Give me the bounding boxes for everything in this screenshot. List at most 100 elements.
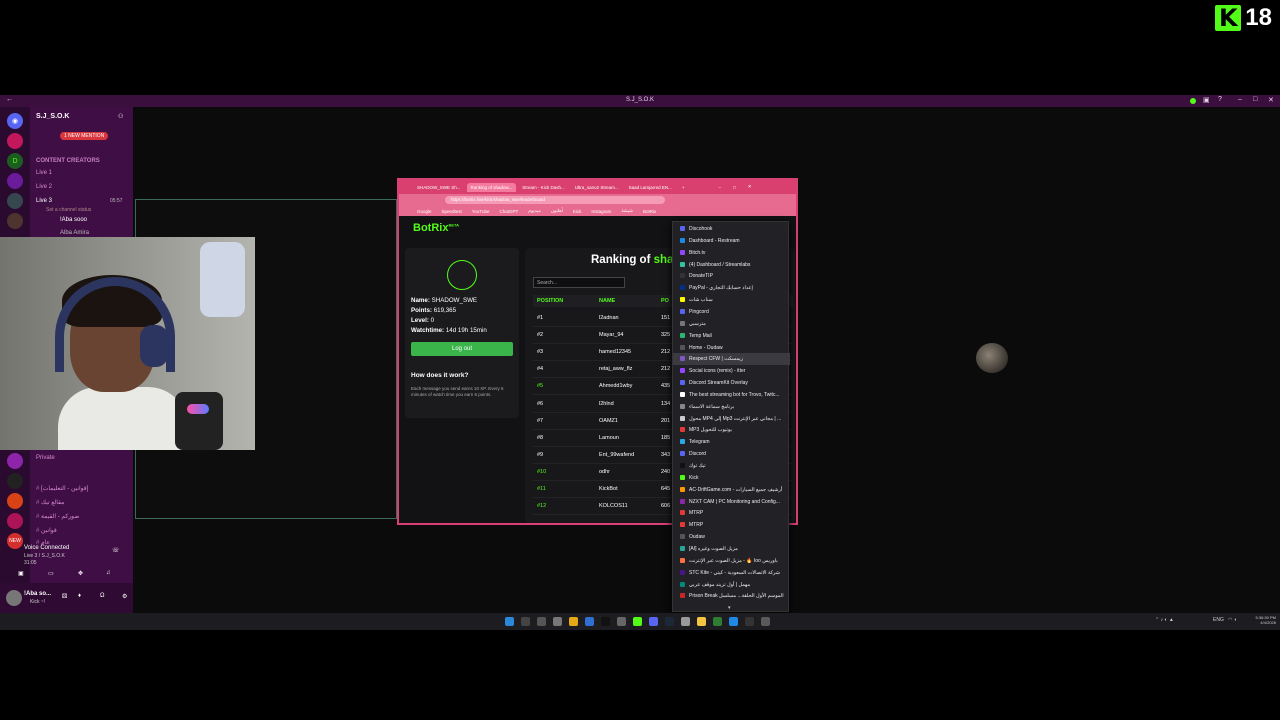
browser-tab[interactable]: Stream - Kick Dash... xyxy=(518,183,569,192)
voice-channel-name[interactable]: Live 3 / S.J_S.O.K xyxy=(24,553,65,559)
app-icon[interactable] xyxy=(553,617,562,626)
camera-icon[interactable]: ▣ xyxy=(18,570,24,577)
folder-icon[interactable] xyxy=(697,617,706,626)
add-member-icon[interactable]: ⚇ xyxy=(118,113,123,120)
browser-tab[interactable]: Saad Lamjarred EN... xyxy=(625,183,676,192)
bookmark-menu-item[interactable]: Oudaw xyxy=(673,531,790,543)
app-icon[interactable] xyxy=(713,617,722,626)
server-icon[interactable] xyxy=(7,173,23,189)
bookmark-menu-item[interactable]: PayPal - إعداد حسابك التجاري xyxy=(673,282,790,294)
bookmark-menu-item[interactable]: NZXT CAM | PC Monitoring and Config... xyxy=(673,496,790,508)
bookmark-menu-item[interactable]: AC-DriftGame.com - أرشيف جميع السيارات xyxy=(673,484,790,496)
bookmark-menu-item[interactable]: Prison Break الموسم الأول الحلقة... مسلس… xyxy=(673,590,790,602)
bookmark-menu-item[interactable]: Discohook xyxy=(673,223,790,235)
start-icon[interactable] xyxy=(505,617,514,626)
bookmark-item[interactable]: Google xyxy=(417,209,432,214)
server-icon[interactable] xyxy=(7,513,23,529)
voice-member[interactable]: Alba Amira xyxy=(60,230,89,236)
text-channel[interactable]: صوركم - القيمة xyxy=(36,513,79,520)
bookmark-menu-item[interactable]: MTRP xyxy=(673,519,790,531)
bookmark-menu-item[interactable]: محول MP4 إلى Mp3 مجاني عبر الإنترنت | ..… xyxy=(673,413,790,425)
screen-share-icon[interactable]: ▭ xyxy=(48,570,54,577)
bookmark-menu-item[interactable]: STC Kite - شركة الاتصالات السعودية - كيت… xyxy=(673,567,790,579)
activities-icon[interactable]: ✥ xyxy=(78,570,83,577)
mic-icon[interactable]: ♦ xyxy=(78,593,81,599)
tray-icons[interactable]: ⌃ ♪ ◐ ▲ xyxy=(1155,617,1174,623)
server-icon[interactable] xyxy=(7,133,23,149)
bookmark-item[interactable]: أهلنون xyxy=(551,208,563,214)
bookmark-menu-item[interactable]: Discord StreamKit Overlay xyxy=(673,377,790,389)
bookmark-item[interactable]: Speedtest xyxy=(442,209,462,214)
discord-home-icon[interactable]: ◉ xyxy=(7,113,23,129)
bookmark-menu-item[interactable]: مهمل | أول تريند موقف عربي xyxy=(673,579,790,591)
voice-member[interactable]: !Aba sooo xyxy=(60,217,87,223)
server-icon[interactable] xyxy=(7,213,23,229)
discord-app-icon[interactable] xyxy=(649,617,658,626)
text-channel[interactable]: مقالع تيك xyxy=(36,499,64,506)
wifi-icon[interactable]: ◠ ◖ xyxy=(1228,617,1237,623)
bookmark-menu-item[interactable]: مزيل الصوت عبر الإنترنت - 🔥 Ioo باوريس xyxy=(673,555,790,567)
bookmark-menu-item[interactable]: Discord xyxy=(673,448,790,460)
category-content-creators[interactable]: CONTENT CREATORS xyxy=(36,158,100,164)
logout-button[interactable]: Log out xyxy=(411,342,513,356)
close-button[interactable]: ✕ xyxy=(748,184,752,190)
bookmark-menu-item[interactable]: Pingcord xyxy=(673,306,790,318)
browser-tab[interactable]: SHADOW_SWE Sh... xyxy=(413,183,465,192)
search-icon[interactable] xyxy=(521,617,530,626)
bookmark-item[interactable]: Instagram xyxy=(591,209,611,214)
bookmark-menu-item[interactable]: (4) Dashboard / Streamlabs xyxy=(673,259,790,271)
bookmark-menu-item[interactable]: DonateTIP xyxy=(673,270,790,282)
server-icon[interactable] xyxy=(7,453,23,469)
server-icon[interactable]: D xyxy=(7,153,23,169)
bookmark-menu-item[interactable]: Home - Oudaw xyxy=(673,342,790,354)
username[interactable]: !Aba so... xyxy=(24,591,51,597)
bookmark-menu-item[interactable]: Telegram xyxy=(673,436,790,448)
bookmark-item[interactable]: Kick xyxy=(573,209,582,214)
bookmark-menu-item[interactable]: Respect CFW | زيمسكت xyxy=(673,353,790,366)
server-icon[interactable] xyxy=(7,193,23,209)
close-button[interactable]: ✕ xyxy=(1268,96,1274,104)
kick-app-icon[interactable] xyxy=(633,617,642,626)
steam-icon[interactable] xyxy=(665,617,674,626)
botrix-logo[interactable]: BotRixBETA xyxy=(413,222,459,234)
bookmark-item[interactable]: شيشة xyxy=(621,208,633,214)
bookmark-item[interactable]: YouTube xyxy=(472,209,490,214)
column-position[interactable]: POSITION xyxy=(537,298,563,304)
maximize-button[interactable]: □ xyxy=(1253,96,1257,103)
vscode-icon[interactable] xyxy=(585,617,594,626)
settings-gear-icon[interactable] xyxy=(761,617,770,626)
server-icon[interactable] xyxy=(7,493,23,509)
app-icon[interactable] xyxy=(681,617,690,626)
bookmark-menu-item[interactable]: The best streaming bot for Trovo, Twitc.… xyxy=(673,389,790,401)
bookmark-item[interactable]: ميديوم xyxy=(528,208,541,214)
settings-gear-icon[interactable]: ⚙ xyxy=(122,593,127,600)
bookmark-menu-item[interactable]: Temp Mail xyxy=(673,330,790,342)
bookmark-menu-item[interactable]: Kick xyxy=(673,472,790,484)
bookmark-menu-item[interactable]: مترسبي xyxy=(673,318,790,330)
soundboard-icon[interactable]: ♫ xyxy=(106,570,111,576)
clock[interactable]: 5:36:30 PM 4/4/2026 xyxy=(1250,615,1276,625)
bookmark-menu-item[interactable]: برنامج سماعة الاسماء xyxy=(673,401,790,413)
bookmark-menu-item[interactable]: سناب شات xyxy=(673,294,790,306)
bookmark-menu-item[interactable]: Dashboard - Restream xyxy=(673,235,790,247)
app-icon[interactable] xyxy=(617,617,626,626)
app-icon[interactable] xyxy=(745,617,754,626)
help-icon[interactable]: ? xyxy=(1218,96,1222,103)
browser-tab-active[interactable]: Ranking of shadow... xyxy=(466,182,517,192)
bookmark-menu-item[interactable]: Social icons (remix) - itter xyxy=(673,365,790,377)
maximize-button[interactable]: □ xyxy=(733,185,736,190)
voice-channel-live-2[interactable]: Live 2 xyxy=(36,184,52,190)
task-view-icon[interactable] xyxy=(537,617,546,626)
game-icon[interactable]: ⚄ xyxy=(62,593,67,600)
app-icon[interactable] xyxy=(601,617,610,626)
voice-channel-live-3[interactable]: Live 3 xyxy=(36,198,52,204)
url-field[interactable]: https://botrix.live/kick/shadow_swe/lead… xyxy=(445,196,665,204)
bookmark-item[interactable]: BotRix xyxy=(643,209,656,214)
inbox-icon[interactable]: ▣ xyxy=(1203,96,1210,104)
text-channel[interactable]: [قوانين - التعليمات] xyxy=(36,485,88,492)
server-icon[interactable] xyxy=(7,473,23,489)
voice-channel-live-1[interactable]: Live 1 xyxy=(36,170,52,176)
headphones-icon[interactable]: Ω xyxy=(100,593,105,599)
column-points[interactable]: PO xyxy=(661,298,669,304)
text-channel[interactable]: قوانين xyxy=(36,527,57,534)
